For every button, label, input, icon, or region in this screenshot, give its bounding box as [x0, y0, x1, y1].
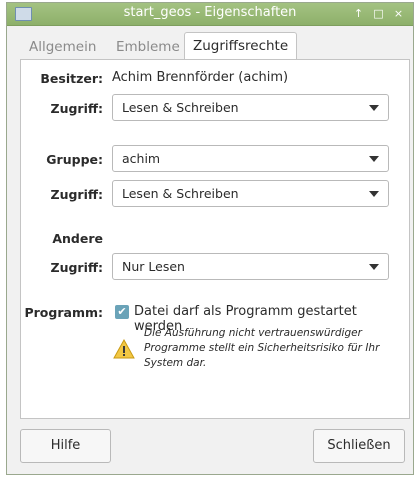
chevron-down-icon	[369, 105, 379, 111]
properties-dialog: start_geos - Eigenschaften ↑ □ × Allgeme…	[6, 2, 414, 475]
chevron-down-icon	[369, 191, 379, 197]
permissions-panel: Besitzer: Achim Brennförder (achim) Zugr…	[20, 59, 410, 419]
owner-value: Achim Brennförder (achim)	[112, 70, 289, 85]
title-bar[interactable]: start_geos - Eigenschaften ↑ □ ×	[7, 3, 413, 26]
tab-allgemein[interactable]: Allgemein	[21, 35, 104, 59]
program-label: Programm:	[24, 305, 103, 320]
close-icon[interactable]: ×	[390, 6, 407, 21]
owner-access-select[interactable]: Lesen & Schreiben	[112, 94, 389, 121]
help-button[interactable]: Hilfe	[20, 429, 111, 463]
shade-up-icon[interactable]: ↑	[350, 6, 367, 21]
execute-checkbox[interactable]: ✔	[115, 305, 129, 319]
warning-icon	[113, 339, 135, 359]
group-select[interactable]: achim	[112, 145, 389, 172]
tab-embleme[interactable]: Embleme	[108, 35, 188, 59]
group-label: Gruppe:	[46, 152, 103, 167]
group-access-value: Lesen & Schreiben	[122, 186, 239, 201]
group-access-select[interactable]: Lesen & Schreiben	[112, 180, 389, 207]
others-access-value: Nur Lesen	[122, 259, 185, 274]
group-access-label: Zugriff:	[50, 187, 103, 202]
warning-line-1: Die Ausführung nicht vertrauenswürdiger	[144, 327, 362, 339]
tab-zugriffsrechte[interactable]: Zugriffsrechte	[184, 32, 298, 60]
chevron-down-icon	[369, 156, 379, 162]
warning-line-3: System dar.	[144, 357, 207, 369]
others-label: Andere	[52, 231, 103, 246]
owner-access-value: Lesen & Schreiben	[122, 100, 239, 115]
group-value: achim	[122, 151, 161, 166]
close-button[interactable]: Schließen	[313, 429, 405, 463]
chevron-down-icon	[369, 264, 379, 270]
others-access-label: Zugriff:	[50, 260, 103, 275]
owner-access-label: Zugriff:	[50, 101, 103, 116]
maximize-icon[interactable]: □	[370, 6, 387, 21]
others-access-select[interactable]: Nur Lesen	[112, 253, 389, 280]
warning-line-2: Programme stellt ein Sicherheitsrisiko f…	[144, 342, 380, 354]
owner-label: Besitzer:	[40, 71, 103, 86]
